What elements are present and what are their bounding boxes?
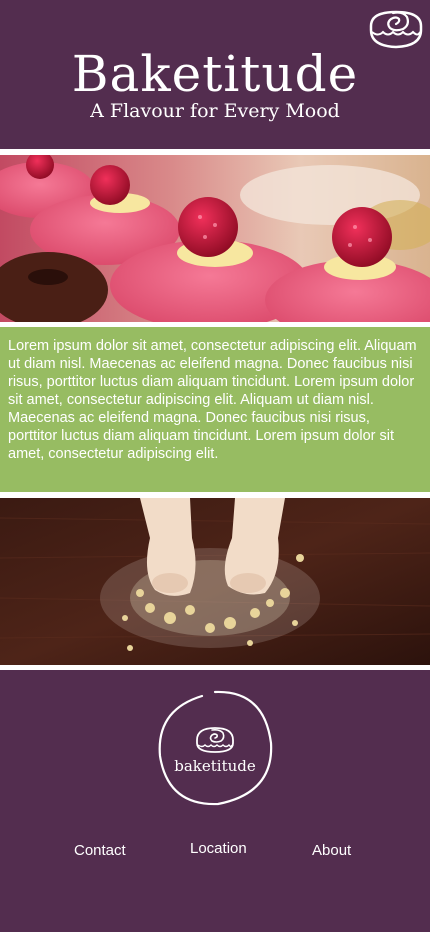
- intro-text: Lorem ipsum dolor sit amet, consectetur …: [0, 327, 430, 492]
- site-header: Baketitude A Flavour for Every Mood: [0, 0, 430, 149]
- nav-contact-link[interactable]: Contact: [74, 841, 126, 861]
- footer-logo-text: baketitude: [174, 757, 256, 775]
- macaron-photo: [0, 155, 430, 322]
- nav-location-link[interactable]: Location: [190, 839, 247, 859]
- brand-tagline: A Flavour for Every Mood: [90, 100, 340, 122]
- cinnamon-roll-icon: [196, 727, 234, 753]
- site-footer: baketitude Contact Location About: [0, 670, 430, 932]
- nav-about-link[interactable]: About: [312, 841, 351, 861]
- brand-title: Baketitude: [71, 45, 359, 103]
- footer-logo[interactable]: [154, 688, 276, 808]
- dough-photo: [0, 498, 430, 665]
